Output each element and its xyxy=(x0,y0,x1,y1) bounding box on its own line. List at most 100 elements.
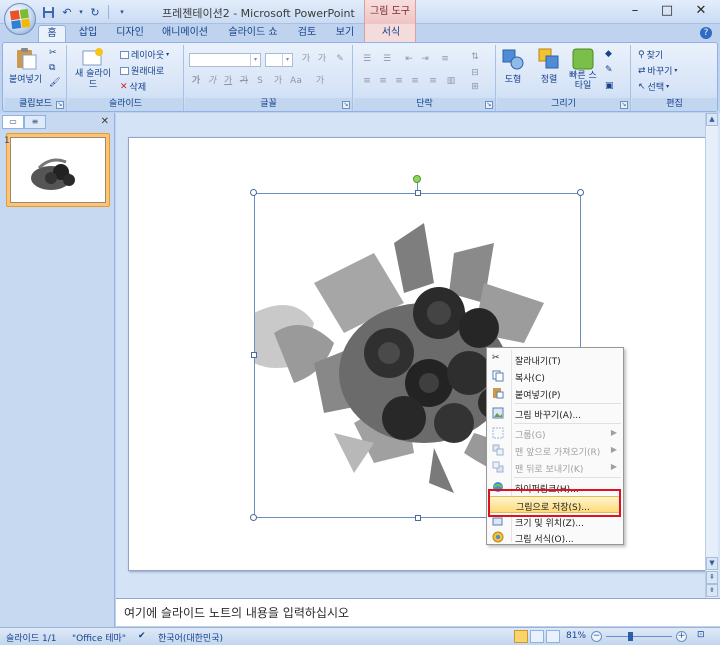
tab-slide-show[interactable]: 슬라이드 쇼 xyxy=(222,25,284,42)
menu-item-format-picture[interactable]: 그림 서식(O)... xyxy=(489,529,621,546)
replace-button[interactable]: ⇄ 바꾸기 ▾ xyxy=(638,64,677,78)
shape-effects-icon[interactable]: ▣ xyxy=(605,81,614,91)
menu-item-cut[interactable]: ✂ 잘라내기(T) xyxy=(489,351,621,368)
resize-handle-nw[interactable] xyxy=(250,189,257,196)
maximize-button[interactable]: □ xyxy=(652,2,682,20)
font-launcher-icon[interactable]: ↘ xyxy=(342,101,350,109)
resize-handle-w[interactable] xyxy=(251,352,257,358)
numbering-icon[interactable]: ☰ xyxy=(380,53,394,65)
resize-handle-ne[interactable] xyxy=(577,189,584,196)
previous-slide-icon[interactable]: ⇞ xyxy=(706,571,718,584)
italic-icon[interactable]: 가 xyxy=(205,75,219,87)
distributed-icon[interactable]: ≡ xyxy=(426,75,440,87)
align-text-icon[interactable]: ⊟ xyxy=(468,67,482,79)
bold-icon[interactable]: 가 xyxy=(189,75,203,87)
layout-button[interactable]: 레이아웃 ▾ xyxy=(120,48,169,61)
fit-slide-icon[interactable]: ⊡ xyxy=(697,630,705,640)
quick-styles-button[interactable]: 빠른 스타일 xyxy=(567,47,599,91)
find-button[interactable]: ⚲ 찾기 xyxy=(638,48,663,62)
align-right-icon[interactable]: ≡ xyxy=(392,75,406,87)
bullets-icon[interactable]: ☰ xyxy=(360,53,374,65)
next-slide-icon[interactable]: ⇟ xyxy=(706,584,718,597)
font-name-combo[interactable]: ▾ xyxy=(189,53,261,67)
scroll-down-icon[interactable]: ▼ xyxy=(706,557,718,570)
tab-design[interactable]: 디자인 xyxy=(110,25,150,42)
cut-icon[interactable]: ✂ xyxy=(49,48,57,58)
arrange-button[interactable]: 정렬 xyxy=(537,47,561,85)
char-spacing-icon[interactable]: 가 xyxy=(271,75,285,87)
change-case-icon[interactable]: Aa xyxy=(289,75,303,87)
notes-pane[interactable]: 여기에 슬라이드 노트의 내용을 입력하십시오 xyxy=(116,598,720,626)
resize-handle-s[interactable] xyxy=(415,515,421,521)
align-center-icon[interactable]: ≡ xyxy=(376,75,390,87)
underline-icon[interactable]: 가 xyxy=(221,75,235,87)
office-button[interactable] xyxy=(4,3,36,35)
font-size-combo[interactable]: ▾ xyxy=(265,53,293,67)
redo-icon[interactable]: ↻ xyxy=(87,4,103,20)
font-color-icon[interactable]: 가 xyxy=(313,75,327,87)
vertical-scrollbar[interactable]: ▲ ▼ ⇞ ⇟ xyxy=(705,113,718,598)
menu-item-paste[interactable]: 붙여넣기(P) xyxy=(489,385,621,402)
language[interactable]: 한국어(대한민국) xyxy=(158,631,223,644)
paste-button[interactable]: 붙여넣기 xyxy=(9,47,42,85)
shape-outline-icon[interactable]: ✎ xyxy=(605,65,613,75)
outline-tab-icon[interactable]: ≡ xyxy=(24,115,46,129)
customize-qat-icon[interactable]: ▾ xyxy=(114,4,130,20)
shrink-font-icon[interactable]: 가 xyxy=(315,53,329,65)
copy-icon[interactable]: ⧉ xyxy=(49,63,55,73)
close-pane-icon[interactable]: ✕ xyxy=(101,116,109,127)
text-direction-icon[interactable]: ⇅ xyxy=(468,51,482,63)
tab-review[interactable]: 검토 xyxy=(290,25,324,42)
justify-icon[interactable]: ≡ xyxy=(408,75,422,87)
rotation-handle[interactable] xyxy=(413,175,421,183)
strikethrough-icon[interactable]: 가 xyxy=(237,75,251,87)
save-icon[interactable] xyxy=(40,4,56,20)
drawing-launcher-icon[interactable]: ↘ xyxy=(620,101,628,109)
menu-item-send-to-back[interactable]: 맨 뒤로 보내기(K) ▶ xyxy=(489,459,621,476)
new-slide-button[interactable]: 새 슬라이드 xyxy=(72,47,114,91)
zoom-out-icon[interactable]: − xyxy=(591,631,602,642)
slides-tab-icon[interactable]: ▭ xyxy=(2,115,24,129)
tab-view[interactable]: 보기 xyxy=(328,25,362,42)
paragraph-launcher-icon[interactable]: ↘ xyxy=(485,101,493,109)
zoom-slider-thumb[interactable] xyxy=(628,632,633,641)
zoom-level[interactable]: 81% xyxy=(566,631,586,641)
slide-show-view-icon[interactable] xyxy=(546,630,560,643)
zoom-slider-track[interactable] xyxy=(606,636,672,637)
tab-insert[interactable]: 삽입 xyxy=(72,25,104,42)
tab-home[interactable]: 홈 xyxy=(38,25,66,42)
normal-view-icon[interactable] xyxy=(514,630,528,643)
increase-indent-icon[interactable]: ⇥ xyxy=(418,53,432,65)
align-left-icon[interactable]: ≡ xyxy=(360,75,374,87)
menu-item-change-picture[interactable]: 그림 바꾸기(A)... xyxy=(489,405,621,422)
tab-format[interactable]: 서식 xyxy=(375,25,407,42)
clear-format-icon[interactable]: ✎ xyxy=(333,53,347,65)
format-painter-icon[interactable]: 🖌 xyxy=(49,78,60,88)
shape-fill-icon[interactable]: ◆ xyxy=(605,49,612,59)
minimize-button[interactable]: – xyxy=(620,2,650,20)
menu-item-group[interactable]: 그룹(G) ▶ xyxy=(489,425,621,442)
select-button[interactable]: ↖ 선택 ▾ xyxy=(638,80,669,94)
smartart-icon[interactable]: ⊞ xyxy=(468,81,482,93)
help-icon[interactable]: ? xyxy=(700,27,712,39)
delete-slide-button[interactable]: ✕ 삭제 xyxy=(120,80,146,94)
slide-sorter-view-icon[interactable] xyxy=(530,630,544,643)
shape-button[interactable]: 도형 xyxy=(501,47,525,85)
line-spacing-icon[interactable]: ≡ xyxy=(438,53,452,65)
clipboard-launcher-icon[interactable]: ↘ xyxy=(56,101,64,109)
columns-icon[interactable]: ▥ xyxy=(444,75,458,87)
menu-item-bring-to-front[interactable]: 맨 앞으로 가져오기(R) ▶ xyxy=(489,442,621,459)
shadow-icon[interactable]: S xyxy=(253,75,267,87)
scroll-up-icon[interactable]: ▲ xyxy=(706,113,718,126)
tab-animations[interactable]: 애니메이션 xyxy=(156,25,214,42)
undo-icon[interactable]: ↶ xyxy=(59,4,75,20)
decrease-indent-icon[interactable]: ⇤ xyxy=(402,53,416,65)
grow-font-icon[interactable]: 가 xyxy=(299,53,313,65)
resize-handle-n[interactable] xyxy=(415,190,421,196)
menu-item-copy[interactable]: 복사(C) xyxy=(489,368,621,385)
reset-button[interactable]: 원래대로 xyxy=(120,64,164,77)
resize-handle-sw[interactable] xyxy=(250,514,257,521)
spell-check-icon[interactable]: ✔ xyxy=(138,631,146,641)
close-button[interactable]: ✕ xyxy=(686,2,716,20)
zoom-in-icon[interactable]: + xyxy=(676,631,687,642)
